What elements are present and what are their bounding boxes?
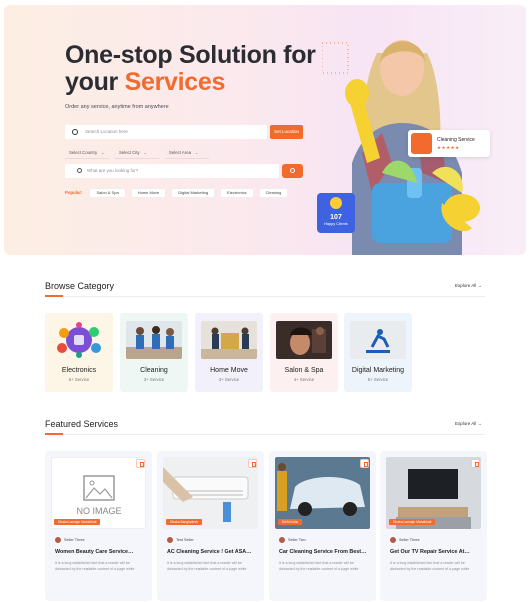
search-bar: What are you looking for? xyxy=(65,164,303,178)
popular-chip[interactable]: Electronics xyxy=(220,187,254,198)
category-count: 3+ Service xyxy=(143,377,165,382)
category-count: 3+ Service xyxy=(218,377,240,382)
hero-banner: One-stop Solution for your Services Orde… xyxy=(4,5,526,255)
cleaning-badge-title: Cleaning Service xyxy=(437,137,475,143)
service-title[interactable]: Women Beauty Care Service… xyxy=(55,549,145,555)
salon-spa-image xyxy=(276,321,332,359)
search-button[interactable] xyxy=(282,164,303,178)
select-country[interactable]: Select Country ⌄ xyxy=(65,147,109,159)
home-page: One-stop Solution for your Services Orde… xyxy=(0,0,532,602)
category-card-salon-spa[interactable]: Salon & Spa 4+ Service xyxy=(270,313,338,392)
service-description: It is a long established fact that a rea… xyxy=(390,561,470,571)
select-city[interactable]: Select City ⌄ xyxy=(115,147,159,159)
digital-marketing-image xyxy=(350,321,406,359)
chevron-down-icon: ⌄ xyxy=(194,150,199,155)
location-tag: Dhaka Lamajor Mahakhali xyxy=(389,519,436,525)
featured-services-title: Featured Services xyxy=(45,419,119,429)
location-bar: Search Location here Set Location xyxy=(65,125,303,139)
service-title[interactable]: Car Cleaning Service From Best… xyxy=(279,549,369,555)
category-count: 6+ Service xyxy=(367,377,389,382)
browse-category-title: Browse Category xyxy=(45,281,115,291)
popular-label: Popular: xyxy=(65,190,83,195)
chevron-down-icon: ⌄ xyxy=(143,150,147,155)
title-underline xyxy=(45,433,63,435)
service-title[interactable]: AC Cleaning Service ! Get ASA… xyxy=(167,549,257,555)
location-tag: Delhi India xyxy=(278,519,302,525)
popular-chip[interactable]: Digital Marketing xyxy=(171,187,216,198)
bookmark-icon[interactable] xyxy=(360,459,369,468)
title-underline xyxy=(45,295,63,297)
service-description: It is a long established fact that a rea… xyxy=(279,561,359,571)
crosshair-icon xyxy=(72,129,78,135)
service-description: It is a long established fact that a rea… xyxy=(167,561,247,571)
service-card[interactable]: Dhaka Lamajor Mahakhali Seller Three Get… xyxy=(380,451,487,601)
select-area[interactable]: Select Area ⌄ xyxy=(165,147,209,159)
category-card-cleaning[interactable]: Cleaning 3+ Service xyxy=(120,313,188,392)
category-count: 4+ Service xyxy=(293,377,315,382)
popular-chip[interactable]: Home Move xyxy=(130,187,167,198)
chevron-down-icon: ⌄ xyxy=(101,150,105,155)
seller-name[interactable]: Seller Two xyxy=(279,537,306,543)
svg-text:NO IMAGE: NO IMAGE xyxy=(76,506,121,516)
location-input[interactable]: Search Location here xyxy=(65,125,267,139)
search-icon xyxy=(77,168,82,173)
category-name: Cleaning xyxy=(140,367,168,374)
service-description: It is a long established fact that a rea… xyxy=(55,561,135,571)
divider xyxy=(45,434,485,435)
search-input[interactable]: What are you looking for? xyxy=(65,164,279,178)
browse-explore-link[interactable]: Explore All → xyxy=(455,283,482,288)
smile-icon xyxy=(330,197,342,209)
location-tag: Dhaka Lamajor Mahakhali xyxy=(54,519,101,525)
featured-explore-link[interactable]: Explore All → xyxy=(455,421,482,426)
location-tag: Dhaka Bangladesh xyxy=(166,519,202,525)
rating-stars: ★★★★★ xyxy=(437,145,460,150)
category-card-home-move[interactable]: Home Move 3+ Service xyxy=(195,313,263,392)
category-card-digital-marketing[interactable]: Digital Marketing 6+ Service xyxy=(344,313,412,392)
seller-name[interactable]: Seller Three xyxy=(55,537,85,543)
cleaning-service-badge: Cleaning Service ★★★★★ xyxy=(408,130,490,157)
seller-name[interactable]: Test Seller xyxy=(167,537,194,543)
popular-chip[interactable]: Cleaning xyxy=(258,187,289,198)
category-name: Home Move xyxy=(210,367,248,374)
hero-title-accent: Services xyxy=(124,68,226,96)
bookmark-icon[interactable] xyxy=(248,459,257,468)
hero-title: One-stop Solution for your Services xyxy=(65,42,325,96)
bookmark-icon[interactable] xyxy=(471,459,480,468)
popular-chip[interactable]: Salon & Spa xyxy=(89,187,126,198)
category-name: Electronics xyxy=(61,367,97,374)
set-location-button[interactable]: Set Location xyxy=(270,125,303,139)
service-card[interactable]: Delhi India Seller Two Car Cleaning Serv… xyxy=(269,451,376,601)
service-title[interactable]: Get Our TV Repair Service At… xyxy=(390,549,480,555)
service-card[interactable]: Dhaka Bangladesh Test Seller AC Cleaning… xyxy=(157,451,264,601)
happy-count: 107 xyxy=(330,214,342,221)
search-icon xyxy=(290,168,295,173)
hero-title-line1: One-stop Solution for xyxy=(65,41,316,69)
category-card-electronics[interactable]: Electronics 5+ Service xyxy=(45,313,113,392)
hero-subtitle: Order any service, anytime from anywhere xyxy=(65,104,169,110)
divider xyxy=(45,296,485,297)
seller-name[interactable]: Seller Three xyxy=(390,537,420,543)
bookmark-icon[interactable] xyxy=(136,459,145,468)
home-move-image xyxy=(201,321,257,359)
popular-searches: Popular: Salon & Spa Home Move Digital M… xyxy=(65,187,289,198)
service-card[interactable]: NO IMAGE Dhaka Lamajor Mahakhali Seller … xyxy=(45,451,152,601)
category-name: Digital Marketing xyxy=(351,367,405,374)
hero-title-line2: your Services xyxy=(65,68,226,96)
category-count: 5+ Service xyxy=(68,377,90,382)
location-selects: Select Country ⌄ Select City ⌄ Select Area… xyxy=(65,147,209,159)
category-name: Salon & Spa xyxy=(284,367,324,374)
electronics-image xyxy=(57,322,101,358)
cleaning-image xyxy=(126,321,182,359)
happy-clients-badge: 107 Happy Clients xyxy=(317,193,355,233)
broom-icon xyxy=(411,133,432,154)
happy-label: Happy Clients xyxy=(324,222,348,226)
